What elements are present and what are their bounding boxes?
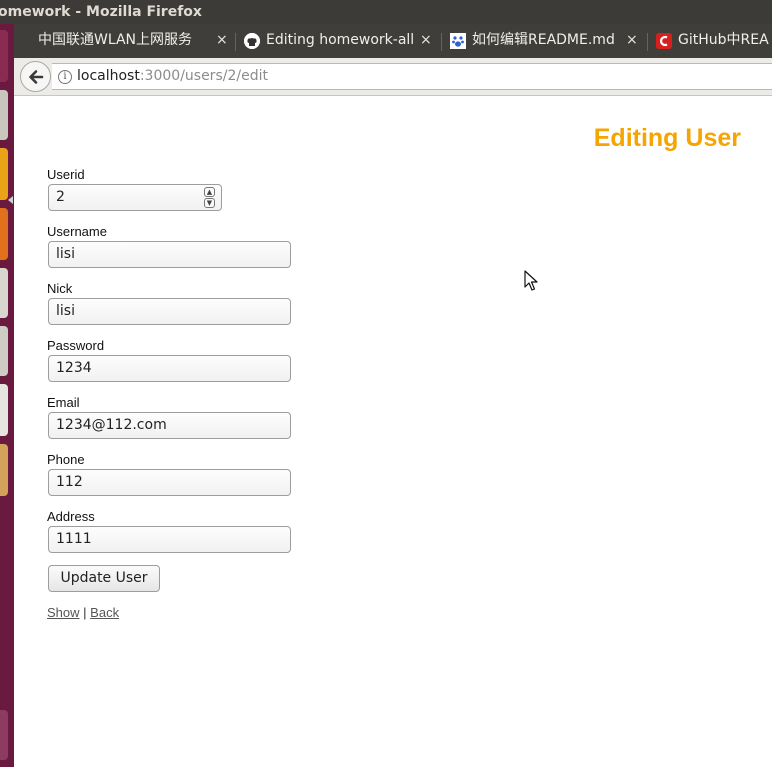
close-icon[interactable]: × xyxy=(626,29,638,51)
tab-label: 中国联通WLAN上网服务 xyxy=(38,32,193,48)
spin-down-icon[interactable]: ▼ xyxy=(204,198,215,208)
tab-label: Editing homework-all xyxy=(266,32,415,48)
email-label: Email xyxy=(47,395,80,410)
url-host: localhost xyxy=(77,68,140,84)
password-field[interactable]: 1234 xyxy=(48,355,291,382)
update-user-button[interactable]: Update User xyxy=(48,565,160,592)
tab-divider xyxy=(441,33,442,51)
active-indicator xyxy=(8,196,13,204)
nick-field[interactable]: lisi xyxy=(48,298,291,325)
csdn-icon xyxy=(656,33,672,49)
desktop-screen: omework - Mozilla Firefox 中国联通WLAN上网服务 ×… xyxy=(0,0,772,767)
address-field[interactable]: 1111 xyxy=(48,526,291,553)
tab-github-readme[interactable]: GitHub中REA xyxy=(656,29,772,58)
info-icon[interactable]: i xyxy=(58,70,72,84)
page-title: Editing User xyxy=(593,124,741,152)
launcher-item[interactable] xyxy=(0,326,8,376)
email-field[interactable]: 1234@112.com xyxy=(48,412,291,439)
launcher-item[interactable] xyxy=(0,148,8,200)
launcher-item[interactable] xyxy=(0,208,8,260)
userid-field[interactable]: 2 ▲ ▼ xyxy=(48,184,222,211)
baidu-paw-icon xyxy=(450,33,466,49)
tab-divider xyxy=(235,33,236,51)
footer-links: Show | Back xyxy=(47,605,119,620)
launcher-item[interactable] xyxy=(0,90,8,140)
tab-divider xyxy=(647,33,648,51)
spin-up-icon[interactable]: ▲ xyxy=(204,187,215,197)
tab-readme[interactable]: 如何编辑README.md × xyxy=(450,29,640,58)
username-label: Username xyxy=(47,224,107,239)
launcher-item[interactable] xyxy=(0,268,8,318)
launcher-strip xyxy=(0,24,14,767)
number-spinner[interactable]: ▲ ▼ xyxy=(204,187,215,208)
url-text: localhost:3000/users/2/edit xyxy=(77,68,268,84)
userid-label: Userid xyxy=(47,167,85,182)
navigation-bar: i localhost:3000/users/2/edit xyxy=(14,58,772,96)
nick-label: Nick xyxy=(47,281,73,296)
close-icon[interactable]: × xyxy=(216,29,228,51)
launcher-item[interactable] xyxy=(0,30,8,82)
username-field[interactable]: lisi xyxy=(48,241,291,268)
launcher-item[interactable] xyxy=(0,710,8,760)
tab-label: 如何编辑README.md xyxy=(472,32,615,48)
back-arrow-icon xyxy=(29,70,44,84)
window-title: omework - Mozilla Firefox xyxy=(0,4,202,20)
tab-label: GitHub中REA xyxy=(678,32,769,48)
tab-editing-homework[interactable]: Editing homework-all × xyxy=(244,29,434,58)
link-separator: | xyxy=(83,605,87,620)
userid-value: 2 xyxy=(56,189,65,205)
phone-field[interactable]: 112 xyxy=(48,469,291,496)
url-path: :3000/users/2/edit xyxy=(139,68,268,84)
mouse-pointer-icon xyxy=(524,270,538,291)
close-icon[interactable]: × xyxy=(420,29,432,51)
back-link[interactable]: Back xyxy=(90,605,119,620)
tab-strip: 中国联通WLAN上网服务 × Editing homework-all × 如何… xyxy=(14,24,772,58)
address-bar[interactable]: i localhost:3000/users/2/edit xyxy=(52,63,772,90)
page-content: Editing User Userid 2 ▲ ▼ Username lisi … xyxy=(14,97,772,767)
password-label: Password xyxy=(47,338,105,353)
launcher-item[interactable] xyxy=(0,444,8,496)
window-title-bar: omework - Mozilla Firefox xyxy=(0,0,772,24)
tab-wlan[interactable]: 中国联通WLAN上网服务 × xyxy=(38,29,234,58)
github-icon xyxy=(244,33,260,49)
address-label: Address xyxy=(47,509,95,524)
back-button[interactable] xyxy=(20,61,51,92)
launcher-item[interactable] xyxy=(0,384,8,436)
show-link[interactable]: Show xyxy=(47,605,80,620)
phone-label: Phone xyxy=(47,452,85,467)
